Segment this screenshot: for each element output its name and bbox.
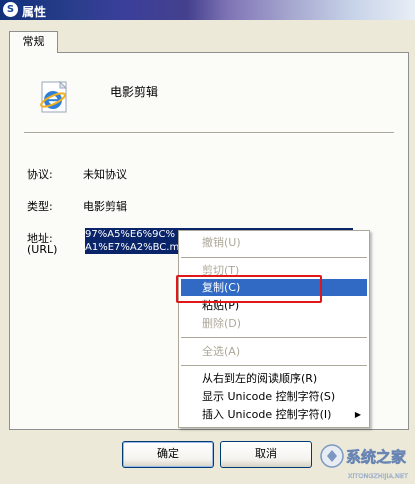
title-bar: S 属性 [0, 0, 415, 20]
ie-icon [40, 80, 68, 113]
protocol-label: 协议: [27, 168, 53, 181]
type-value: 电影剪辑 [83, 200, 127, 213]
annotation-highlight-box [176, 275, 322, 303]
menu-item-insert-unicode-label: 插入 Unicode 控制字符(I) [202, 408, 332, 421]
menu-item-rtl-reading[interactable]: 从右到左的阅读顺序(R) [181, 370, 367, 387]
submenu-arrow-icon: ▶ [354, 410, 361, 419]
s-badge-icon: S [3, 2, 18, 17]
watermark-logo: 系统之家 XITONGZHIJIA.NET [320, 444, 408, 480]
menu-item-undo[interactable]: 撤销(U) [181, 234, 367, 251]
menu-item-show-unicode[interactable]: 显示 Unicode 控制字符(S) [181, 388, 367, 405]
separator [24, 132, 394, 134]
address-url-label: (URL) [27, 243, 58, 256]
cancel-button[interactable]: 取消 [220, 441, 312, 468]
type-label: 类型: [27, 200, 53, 213]
menu-separator [181, 337, 367, 338]
menu-item-insert-unicode[interactable]: 插入 Unicode 控制字符(I) ▶ [181, 406, 367, 423]
ok-button[interactable]: 确定 [122, 441, 214, 468]
file-name: 电影剪辑 [110, 85, 159, 99]
menu-item-delete[interactable]: 删除(D) [181, 315, 367, 332]
menu-separator [181, 365, 367, 366]
context-menu: 撤销(U) 剪切(T) 复制(C) 粘贴(P) 删除(D) 全选(A) 从右到左… [178, 230, 370, 428]
tab-general[interactable]: 常规 [9, 31, 58, 53]
menu-separator [181, 257, 367, 258]
window-title: 属性 [22, 5, 47, 19]
protocol-value: 未知协议 [83, 168, 127, 181]
watermark-url: XITONGZHIJIA.NET [348, 472, 408, 480]
watermark-brand: 系统之家 [346, 448, 406, 466]
menu-item-select-all[interactable]: 全选(A) [181, 343, 367, 360]
